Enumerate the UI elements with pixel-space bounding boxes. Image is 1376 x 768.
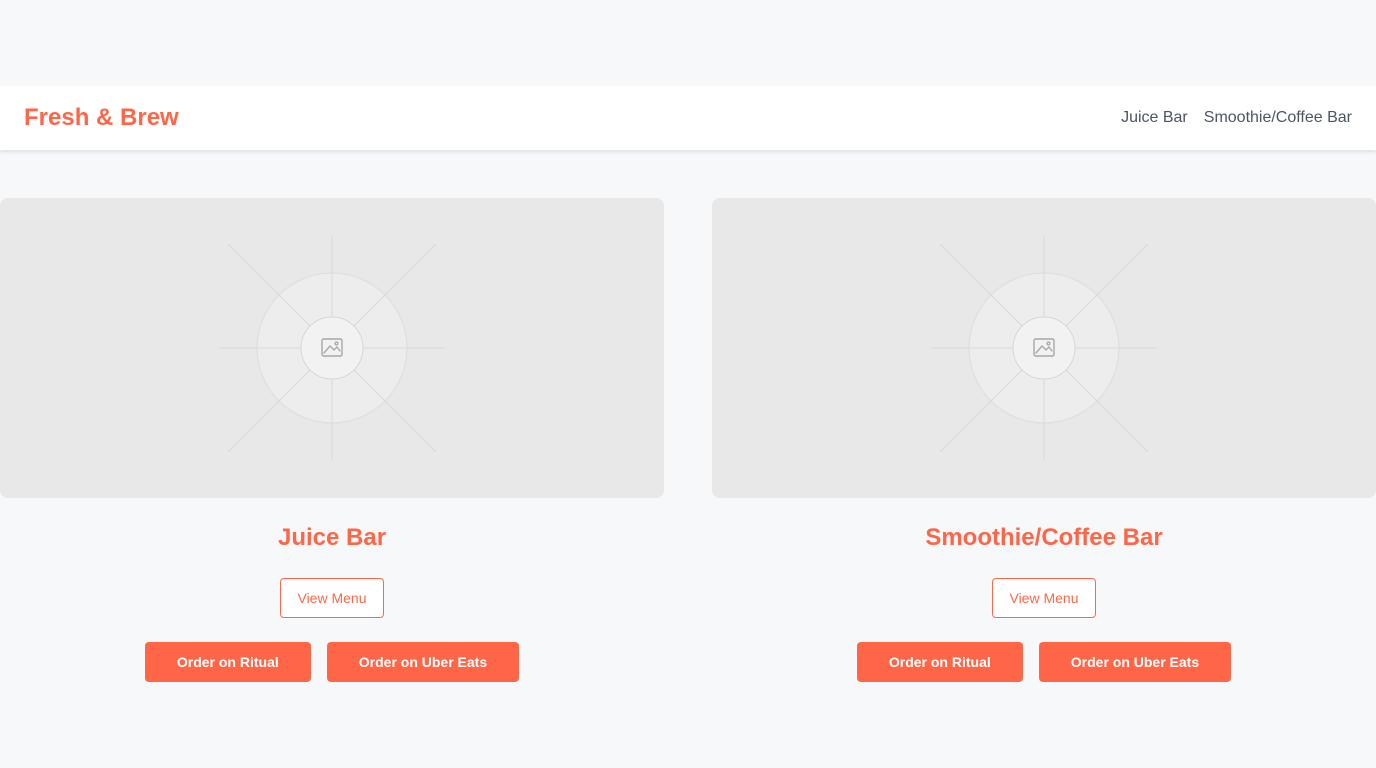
- view-menu-button[interactable]: View Menu: [280, 578, 384, 618]
- venue-card-smoothie-coffee-bar: Smoothie/Coffee Bar View Menu Order on R…: [712, 198, 1376, 682]
- order-buttons: Order on Ritual Order on Uber Eats: [856, 642, 1232, 682]
- venue-card-juice-bar: Juice Bar View Menu Order on Ritual Orde…: [0, 198, 664, 682]
- nav-link-juice-bar[interactable]: Juice Bar: [1121, 109, 1188, 127]
- order-ubereats-button[interactable]: Order on Uber Eats: [326, 642, 520, 682]
- order-buttons: Order on Ritual Order on Uber Eats: [144, 642, 520, 682]
- order-ritual-button[interactable]: Order on Ritual: [144, 642, 311, 682]
- image-placeholder-icon: [220, 236, 444, 460]
- nav-link-smoothie-coffee-bar[interactable]: Smoothie/Coffee Bar: [1204, 109, 1352, 127]
- image-placeholder-icon: [932, 236, 1156, 460]
- view-menu-button[interactable]: View Menu: [992, 578, 1096, 618]
- venue-title: Smoothie/Coffee Bar: [925, 524, 1163, 551]
- top-spacer: [0, 0, 1376, 86]
- brand-logo[interactable]: Fresh & Brew: [24, 104, 179, 132]
- order-ubereats-button[interactable]: Order on Uber Eats: [1038, 642, 1232, 682]
- order-ritual-button[interactable]: Order on Ritual: [856, 642, 1023, 682]
- venue-image-placeholder: [0, 198, 664, 498]
- navbar: Fresh & Brew Juice Bar Smoothie/Coffee B…: [0, 86, 1376, 150]
- venue-image-placeholder: [712, 198, 1376, 498]
- venues-section: Juice Bar View Menu Order on Ritual Orde…: [0, 150, 1376, 682]
- venue-title: Juice Bar: [277, 524, 387, 551]
- nav-links: Juice Bar Smoothie/Coffee Bar: [1121, 109, 1352, 127]
